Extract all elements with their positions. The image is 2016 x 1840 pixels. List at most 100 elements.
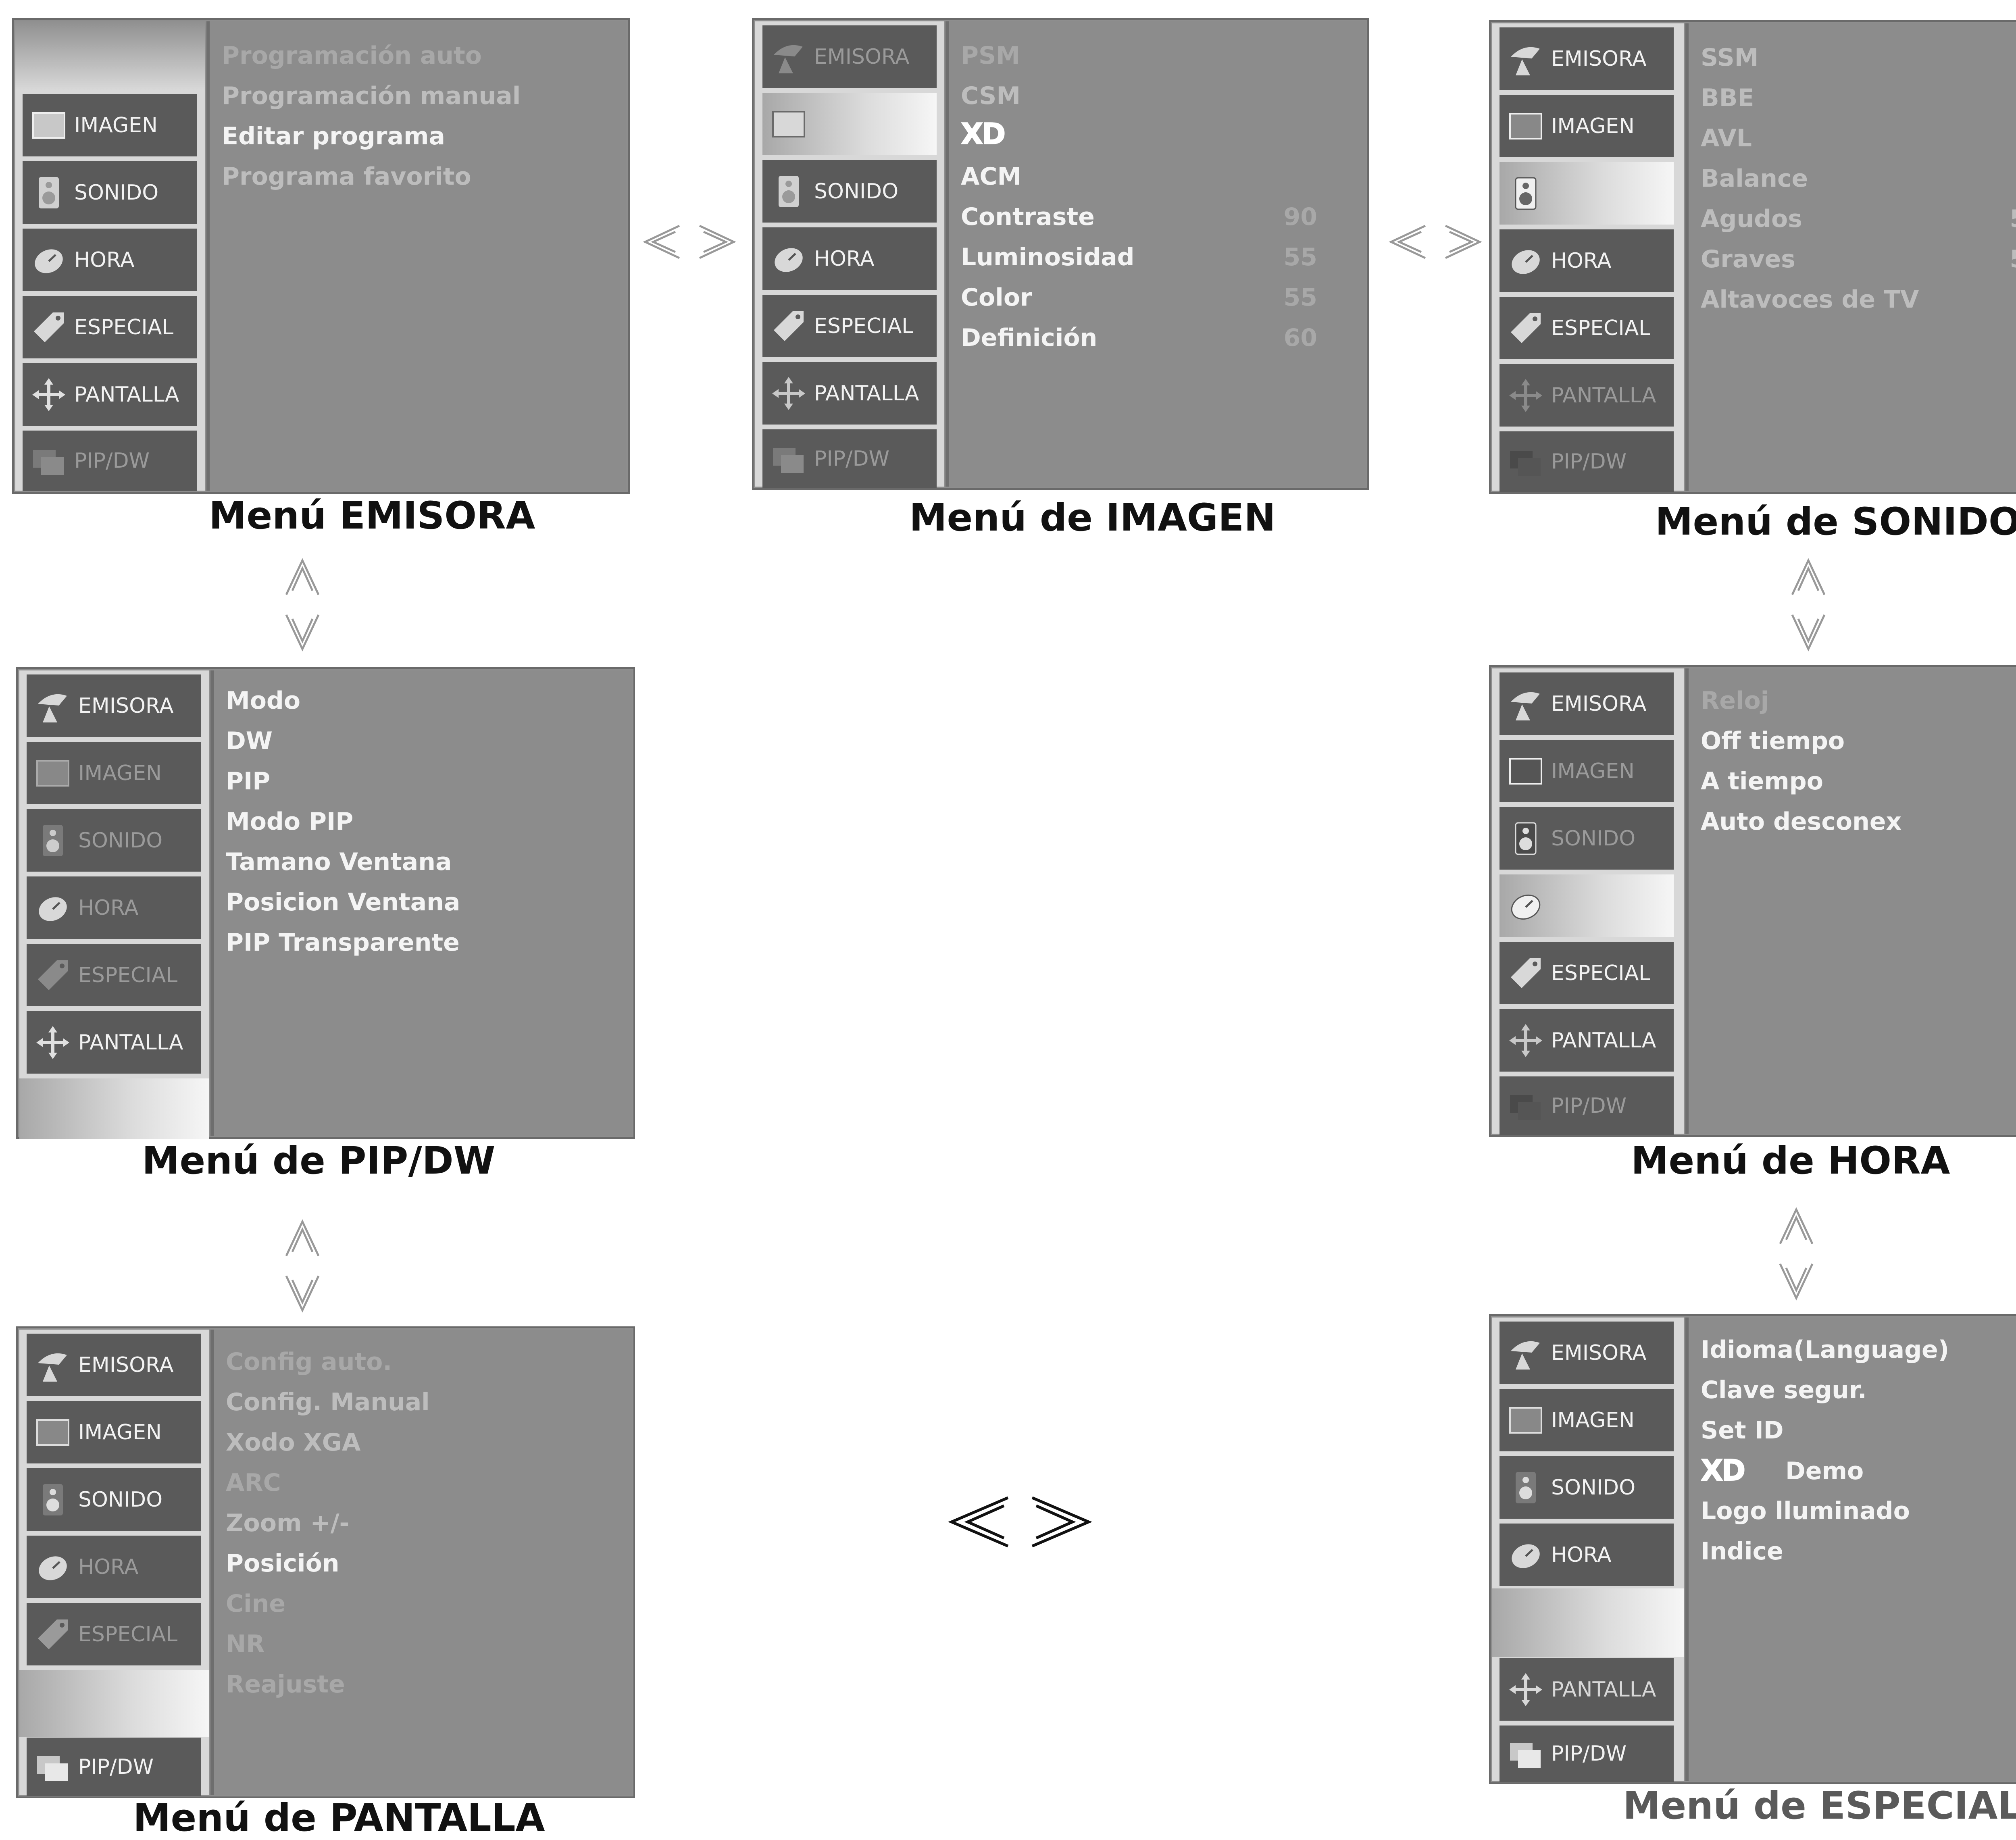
menu-item[interactable]: A tiempo (1701, 767, 2016, 795)
menu-item[interactable]: Idioma(Language) (1701, 1336, 2016, 1364)
tab-emisora[interactable] (15, 21, 205, 90)
menu-item[interactable]: Posicion Ventana (226, 888, 583, 916)
tab-hora[interactable]: HORA (1500, 1524, 1674, 1586)
menu-item[interactable]: Modo PIP (226, 808, 583, 836)
menu-item[interactable]: Color55 (961, 283, 1317, 312)
tab-pantalla[interactable]: PANTALLA (1500, 1658, 1674, 1721)
menu-item[interactable]: Programación manual (222, 82, 578, 110)
menu-item[interactable]: Definición60 (961, 324, 1317, 352)
menu-item[interactable]: Agudos50 (1701, 205, 2016, 233)
menu-item[interactable]: PSM (961, 42, 1317, 70)
menu-item[interactable]: Graves50 (1701, 245, 2016, 273)
tab-imagen[interactable] (762, 93, 937, 155)
menu-item[interactable]: Reloj (1701, 687, 2016, 715)
tab-imagen[interactable]: IMAGEN (23, 94, 197, 156)
menu-item[interactable]: Posición (226, 1549, 583, 1578)
menu-item[interactable]: Cine (226, 1590, 583, 1618)
tab-hora[interactable]: HORA (23, 229, 197, 291)
menu-item[interactable]: Luminosidad55 (961, 243, 1317, 271)
menu-item[interactable]: Off tiempo (1701, 727, 2016, 755)
tab-label: PIP/DW (74, 449, 150, 473)
menu-item[interactable]: Programación auto (222, 42, 578, 70)
menu-item[interactable]: Modo (226, 687, 583, 715)
menu-item[interactable]: Set ID (1701, 1416, 2016, 1445)
tab-pipdw[interactable]: PIP/DW (762, 429, 937, 488)
menu-item[interactable]: DW (226, 727, 583, 755)
menu-item[interactable]: ACM (961, 162, 1317, 191)
tab-pipdw[interactable]: PIP/DW (27, 1738, 201, 1796)
menu-item[interactable]: SSM (1701, 44, 2016, 72)
tab-imagen[interactable]: IMAGEN (1500, 95, 1674, 157)
menu-item[interactable]: XD (961, 118, 1317, 156)
menu-item[interactable]: CSM (961, 82, 1317, 110)
tab-especial[interactable] (1492, 1588, 1684, 1657)
menu-item[interactable]: PIP Transparente (226, 928, 583, 957)
speaker-icon (1508, 175, 1544, 212)
tab-pipdw[interactable]: PIP/DW (23, 431, 197, 491)
menu-item[interactable]: NR (226, 1630, 583, 1658)
menu-item[interactable]: Config. Manual (226, 1388, 583, 1416)
tab-pantalla[interactable]: PANTALLA (27, 1011, 201, 1074)
tab-sonido[interactable]: SONIDO (762, 160, 937, 223)
tab-emisora[interactable]: EMISORA (1500, 1322, 1674, 1384)
tab-sonido[interactable]: SONIDO (27, 809, 201, 872)
tab-especial[interactable]: ESPECIAL (1500, 942, 1674, 1004)
tab-pantalla[interactable] (19, 1670, 209, 1737)
menu-item[interactable]: Xodo XGA (226, 1428, 583, 1457)
tab-hora[interactable]: HORA (1500, 229, 1674, 292)
tab-imagen[interactable]: IMAGEN (27, 742, 201, 804)
tab-emisora[interactable]: EMISORA (1500, 672, 1674, 735)
menu-item[interactable]: Programa favorito (222, 162, 578, 191)
tab-imagen[interactable]: IMAGEN (1500, 740, 1674, 802)
tab-sonido[interactable] (1500, 162, 1674, 225)
tab-hora[interactable]: HORA (762, 227, 937, 290)
tab-emisora[interactable]: EMISORA (1500, 27, 1674, 90)
tab-pipdw[interactable]: PIP/DW (1500, 1076, 1674, 1135)
menu-item[interactable]: XD Demo (1701, 1455, 2016, 1493)
menu-item[interactable]: Reajuste (226, 1670, 583, 1698)
tab-hora[interactable]: HORA (27, 876, 201, 939)
menu-item[interactable]: Altavoces de TV (1701, 285, 2016, 314)
tab-imagen[interactable]: IMAGEN (27, 1401, 201, 1463)
tab-sonido[interactable]: SONIDO (1500, 1456, 1674, 1519)
tab-pipdw[interactable]: PIP/DW (1500, 1726, 1674, 1782)
menu-item[interactable]: AVL (1701, 124, 2016, 152)
tab-sonido[interactable]: SONIDO (27, 1468, 201, 1531)
tab-pantalla[interactable]: PANTALLA (23, 363, 197, 426)
tab-hora[interactable] (1500, 874, 1674, 937)
tab-sonido[interactable]: SONIDO (1500, 807, 1674, 870)
tab-label: PANTALLA (78, 1030, 183, 1055)
tab-especial[interactable]: ESPECIAL (27, 944, 201, 1006)
tab-hora[interactable]: HORA (27, 1536, 201, 1598)
menu-item[interactable]: Logo lluminado (1701, 1497, 2016, 1525)
tab-pipdw[interactable] (19, 1078, 209, 1139)
tab-pantalla[interactable]: PANTALLA (1500, 364, 1674, 427)
menu-item[interactable]: Tamano Ventana (226, 848, 583, 876)
menu-item[interactable]: Config auto. (226, 1348, 583, 1376)
move-arrows-icon (1508, 1671, 1544, 1708)
tab-pantalla[interactable]: PANTALLA (1500, 1009, 1674, 1072)
tab-emisora[interactable]: EMISORA (27, 674, 201, 737)
menu-item[interactable]: PIP (226, 767, 583, 795)
tab-especial[interactable]: ESPECIAL (23, 296, 197, 358)
tab-emisora[interactable]: EMISORA (27, 1334, 201, 1396)
clock-icon (1508, 1537, 1544, 1573)
tab-especial[interactable]: ESPECIAL (762, 295, 937, 357)
menu-item[interactable]: Indice (1701, 1537, 2016, 1565)
menu-item[interactable]: ARC (226, 1469, 583, 1497)
menu-item[interactable]: Contraste90 (961, 203, 1317, 231)
tab-pantalla[interactable]: PANTALLA (762, 362, 937, 425)
tab-imagen[interactable]: IMAGEN (1500, 1389, 1674, 1451)
tab-especial[interactable]: ESPECIAL (1500, 297, 1674, 359)
pipdw-caption: Menú de PIP/DW (142, 1139, 495, 1183)
tab-pipdw[interactable]: PIP/DW (1500, 431, 1674, 492)
menu-item[interactable]: Zoom +/- (226, 1509, 583, 1537)
menu-item[interactable]: Balance0 (1701, 164, 2016, 193)
tab-sonido[interactable]: SONIDO (23, 161, 197, 224)
menu-item[interactable]: Clave segur. (1701, 1376, 2016, 1404)
tab-emisora[interactable]: EMISORA (762, 25, 937, 88)
menu-item[interactable]: BBE (1701, 84, 2016, 112)
menu-item[interactable]: Editar programa (222, 122, 578, 150)
menu-item[interactable]: Auto desconex (1701, 808, 2016, 836)
tab-especial[interactable]: ESPECIAL (27, 1603, 201, 1665)
